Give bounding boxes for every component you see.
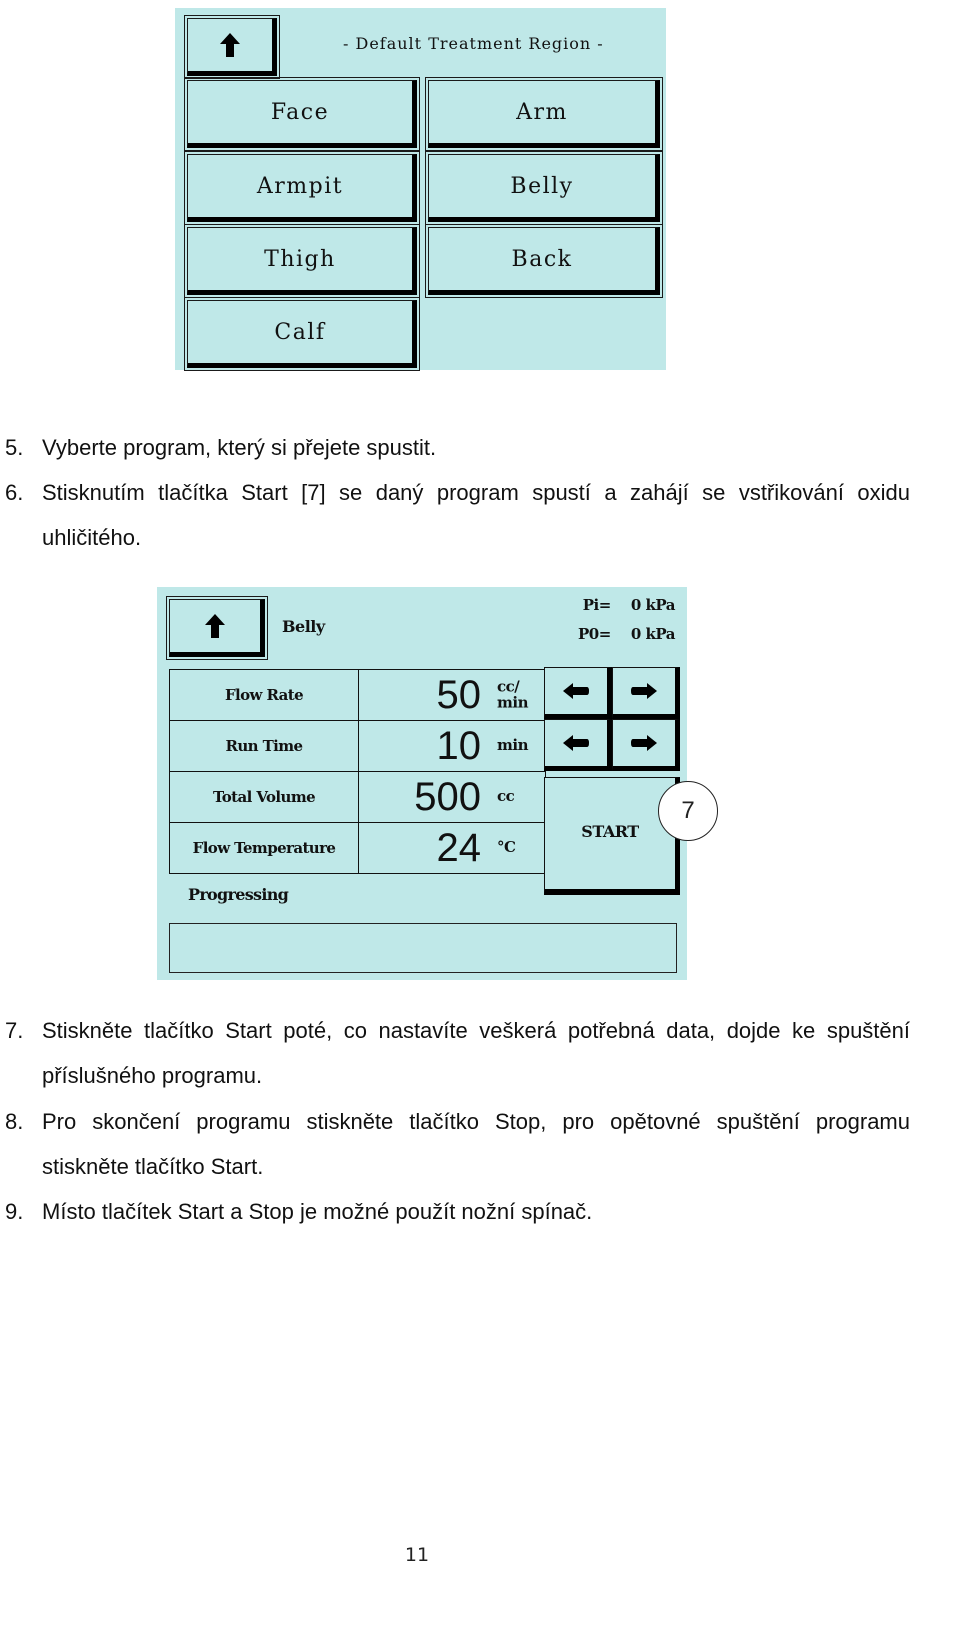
region-button-face[interactable]: Face (184, 77, 420, 151)
screen-title: - Default Treatment Region - (343, 34, 604, 53)
callout-marker: 7 (658, 781, 718, 841)
left-arrow-icon (563, 683, 589, 699)
back-button[interactable] (184, 15, 280, 79)
region-button-calf[interactable]: Calf (184, 297, 420, 371)
step-6: 6. Stisknutím tlačítka Start [7] se daný… (5, 470, 910, 560)
region-label: Face (270, 99, 330, 125)
param-label: Total Volume (169, 771, 359, 823)
region-button-armpit[interactable]: Armpit (184, 151, 420, 225)
right-arrow-icon (631, 735, 657, 751)
step-9: 9. Místo tlačítek Start a Stop je možné … (5, 1189, 910, 1234)
step-text: Stisknutím tlačítka Start [7] se daný pr… (42, 480, 910, 550)
param-value-cell[interactable]: 50 cc/min (358, 669, 546, 721)
param-value: 24 (436, 826, 482, 870)
step-8: 8. Pro skončení programu stiskněte tlačí… (5, 1099, 910, 1189)
step-5: 5. Vyberte program, který si přejete spu… (5, 425, 910, 470)
region-label: Armpit (256, 173, 344, 199)
right-arrow-icon (631, 683, 657, 699)
param-value-cell[interactable]: 500 cc (358, 771, 546, 823)
param-unit: cc (497, 787, 515, 806)
region-button-thigh[interactable]: Thigh (184, 224, 420, 298)
step-text: Stiskněte tlačítko Start poté, co nastav… (42, 1018, 910, 1088)
page-number: 11 (404, 1544, 430, 1566)
param-value-cell[interactable]: 24 °C (358, 822, 546, 874)
param-value: 10 (436, 724, 482, 768)
left-arrow-icon (563, 735, 589, 751)
region-button-arm[interactable]: Arm (425, 77, 663, 151)
step-number: 9. (5, 1199, 24, 1224)
region-label: Thigh (264, 246, 336, 272)
param-label: Run Time (169, 720, 359, 772)
pressure-label: P0= (578, 625, 611, 643)
step-text: Vyberte program, který si přejete spusti… (42, 435, 437, 460)
param-row-flow-temperature: Flow Temperature 24 °C (169, 822, 546, 874)
param-unit: °C (497, 838, 516, 857)
pressure-pi: Pi= 0 kPa (575, 596, 676, 614)
start-button[interactable]: START (544, 777, 680, 895)
step-text: Pro skončení programu stiskněte tlačítko… (42, 1109, 910, 1179)
param-value: 500 (414, 775, 481, 819)
region-label: Arm (516, 99, 568, 125)
param-value-cell[interactable]: 10 min (358, 720, 546, 772)
region-button-belly[interactable]: Belly (425, 151, 663, 225)
param-label: Flow Rate (169, 669, 359, 721)
region-button-back[interactable]: Back (425, 224, 663, 298)
pressure-value: 0 kPa (630, 596, 676, 614)
up-arrow-icon (220, 33, 240, 57)
increase-button[interactable] (612, 719, 680, 771)
progress-label: Progressing (188, 885, 289, 904)
param-label: Flow Temperature (169, 822, 359, 874)
step-number: 7. (5, 1018, 24, 1043)
increase-button[interactable] (612, 667, 680, 719)
step-number: 8. (5, 1109, 24, 1134)
param-row-run-time: Run Time 10 min (169, 720, 546, 772)
pressure-value: 0 kPa (630, 625, 676, 643)
param-row-flow-rate: Flow Rate 50 cc/min (169, 669, 546, 721)
parameter-table: Flow Rate 50 cc/min Run Time 10 min Tota… (169, 669, 546, 874)
region-label: Calf (274, 319, 326, 345)
step-number: 5. (5, 435, 24, 460)
decrease-button[interactable] (544, 719, 612, 771)
param-unit: min (497, 736, 528, 755)
treatment-region-screen: - Default Treatment Region - Face Arm Ar… (175, 8, 666, 371)
back-button[interactable] (166, 596, 268, 660)
selected-region: Belly (282, 617, 325, 636)
pressure-p0: P0= 0 kPa (575, 625, 675, 643)
adjust-buttons (544, 667, 680, 771)
param-row-total-volume: Total Volume 500 cc (169, 771, 546, 823)
region-label: Back (511, 246, 573, 272)
program-run-screen: Belly Pi= 0 kPa P0= 0 kPa Flow Rate 50 c… (157, 587, 687, 980)
param-unit: cc/min (497, 677, 528, 711)
region-label: Belly (510, 173, 574, 199)
step-7: 7. Stiskněte tlačítko Start poté, co nas… (5, 1008, 910, 1098)
param-value: 50 (436, 673, 482, 717)
step-number: 6. (5, 480, 24, 505)
start-label: START (581, 822, 639, 841)
step-text: Místo tlačítek Start a Stop je možné pou… (42, 1199, 593, 1224)
progress-bar (169, 923, 677, 973)
up-arrow-icon (205, 614, 225, 638)
pressure-label: Pi= (582, 596, 612, 614)
decrease-button[interactable] (544, 667, 612, 719)
